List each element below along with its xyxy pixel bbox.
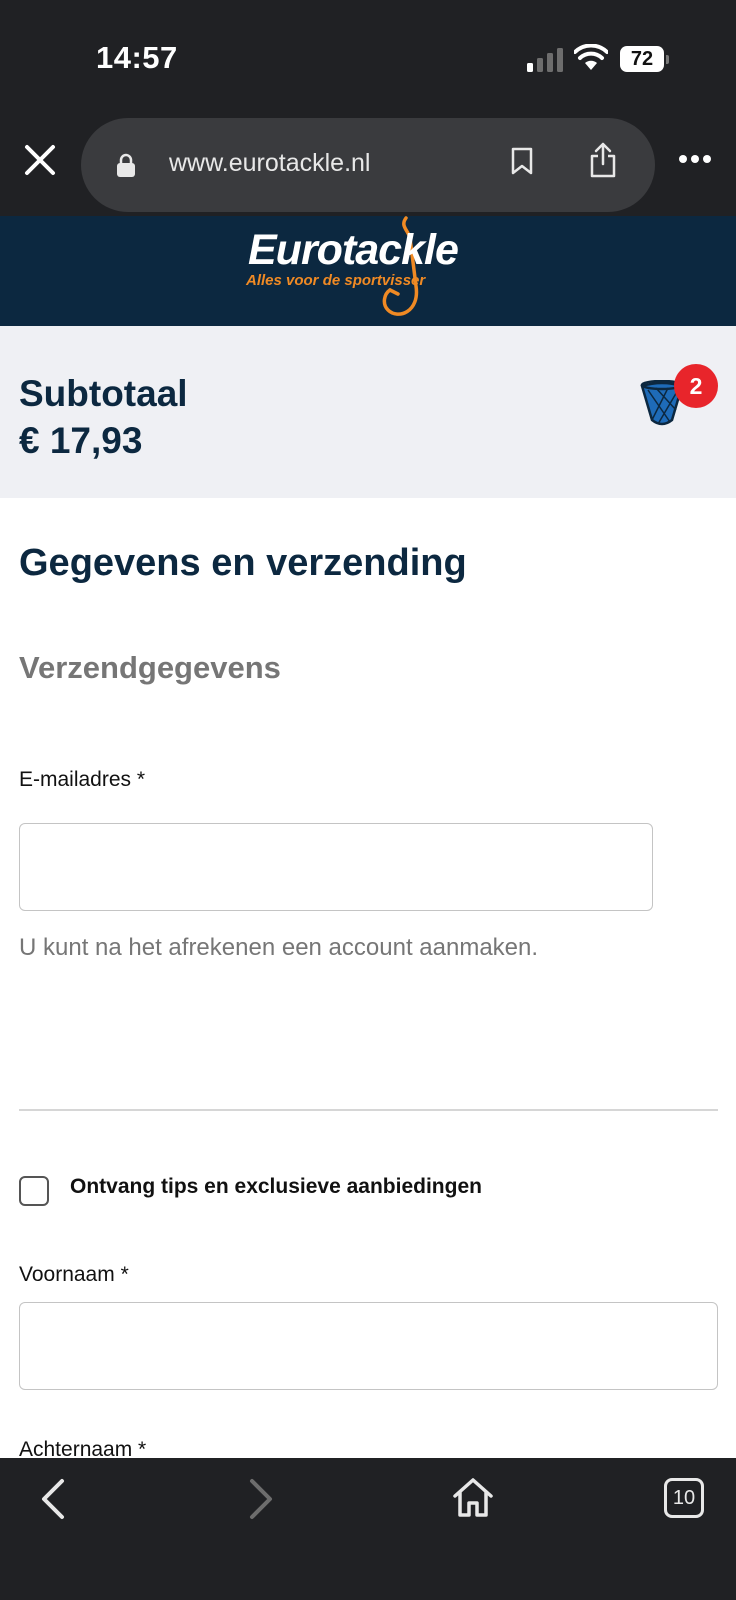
- email-helper-text: U kunt na het afrekenen een account aanm…: [19, 934, 539, 961]
- status-bar: 14:57 72: [0, 0, 736, 112]
- email-label: E-mailadres *: [19, 768, 146, 791]
- page-title: Gegevens en verzending: [19, 542, 467, 584]
- subtotal-label: Subtotaal: [19, 373, 188, 414]
- url-text[interactable]: www.eurotackle.nl: [169, 149, 370, 178]
- browser-toolbar: 10: [0, 1458, 736, 1600]
- address-bar[interactable]: www.eurotackle.nl: [81, 118, 655, 212]
- browser-bar: www.eurotackle.nl: [0, 112, 736, 216]
- battery-level: 72: [630, 48, 654, 70]
- site-header: Eurotackle Alles voor de sportvisser: [0, 216, 736, 326]
- cellular-signal-icon: [527, 48, 563, 72]
- checkout-form: Gegevens en verzending Verzendgegevens E…: [0, 498, 736, 1458]
- more-options-icon[interactable]: [678, 154, 712, 164]
- newsletter-checkbox[interactable]: [19, 1176, 49, 1206]
- status-time: 14:57: [96, 40, 178, 75]
- lastname-label: Achternaam *: [19, 1438, 147, 1458]
- eurotackle-logo[interactable]: Eurotackle Alles voor de sportvisser: [244, 216, 494, 326]
- cart-count-badge: 2: [674, 364, 718, 408]
- close-icon[interactable]: [22, 142, 58, 178]
- forward-icon[interactable]: [246, 1478, 276, 1520]
- lock-icon: [117, 153, 135, 177]
- wifi-icon: [574, 44, 608, 70]
- share-icon[interactable]: [589, 142, 617, 178]
- back-icon[interactable]: [38, 1478, 68, 1520]
- cart-button[interactable]: 2: [640, 364, 720, 436]
- section-title: Verzendgegevens: [19, 650, 281, 685]
- bookmark-icon[interactable]: [511, 147, 533, 175]
- firstname-label: Voornaam *: [19, 1263, 129, 1286]
- battery-indicator: 72: [620, 46, 669, 72]
- subtotal-bar: Subtotaal € 17,93 2: [0, 326, 736, 498]
- divider: [19, 1109, 718, 1111]
- subtotal-amount: € 17,93: [19, 420, 143, 461]
- email-field[interactable]: [19, 823, 653, 911]
- newsletter-label[interactable]: Ontvang tips en exclusieve aanbiedingen: [70, 1175, 482, 1199]
- logo-text: Eurotackle: [248, 226, 459, 274]
- firstname-field[interactable]: [19, 1302, 718, 1390]
- tabs-button[interactable]: 10: [664, 1478, 704, 1518]
- logo-tagline: Alles voor de sportvisser: [246, 272, 426, 289]
- home-icon[interactable]: [452, 1476, 494, 1518]
